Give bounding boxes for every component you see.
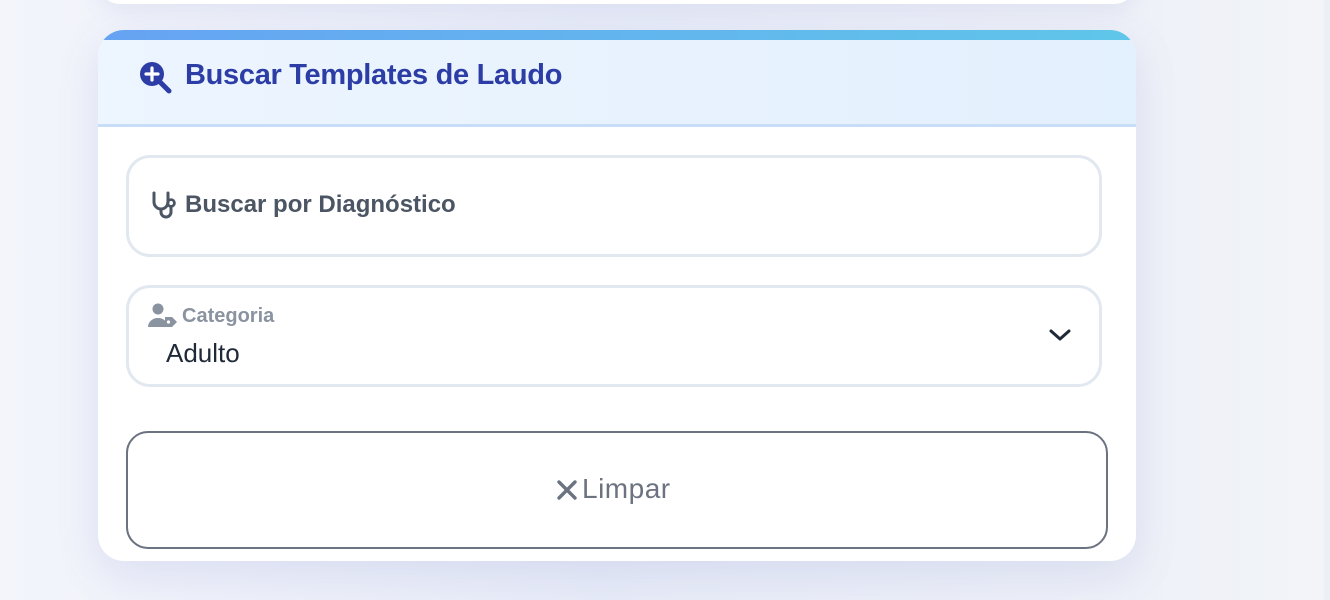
category-selected-value: Adulto — [166, 338, 240, 368]
card-accent-bar — [98, 30, 1136, 40]
diagnosis-field-label: Buscar por Diagnóstico — [185, 191, 456, 218]
template-search-card: Buscar Templates de Laudo Buscar por Dia… — [98, 30, 1136, 561]
user-tag-icon — [148, 303, 177, 327]
category-label: Categoria — [182, 305, 275, 327]
window-edge — [1324, 0, 1330, 600]
stethoscope-icon — [152, 191, 176, 219]
clear-button[interactable]: Limpar — [126, 431, 1108, 549]
search-plus-icon — [140, 62, 172, 94]
card-title: Buscar Templates de Laudo — [185, 59, 563, 91]
card-header: Buscar Templates de Laudo — [98, 40, 1136, 127]
category-select[interactable]: Categoria Adulto — [126, 285, 1102, 387]
close-icon — [557, 480, 577, 500]
chevron-down-icon[interactable] — [1047, 325, 1073, 345]
diagnosis-search-field[interactable]: Buscar por Diagnóstico — [126, 155, 1102, 257]
clear-button-label: Limpar — [582, 473, 671, 504]
previous-card — [98, 0, 1136, 4]
